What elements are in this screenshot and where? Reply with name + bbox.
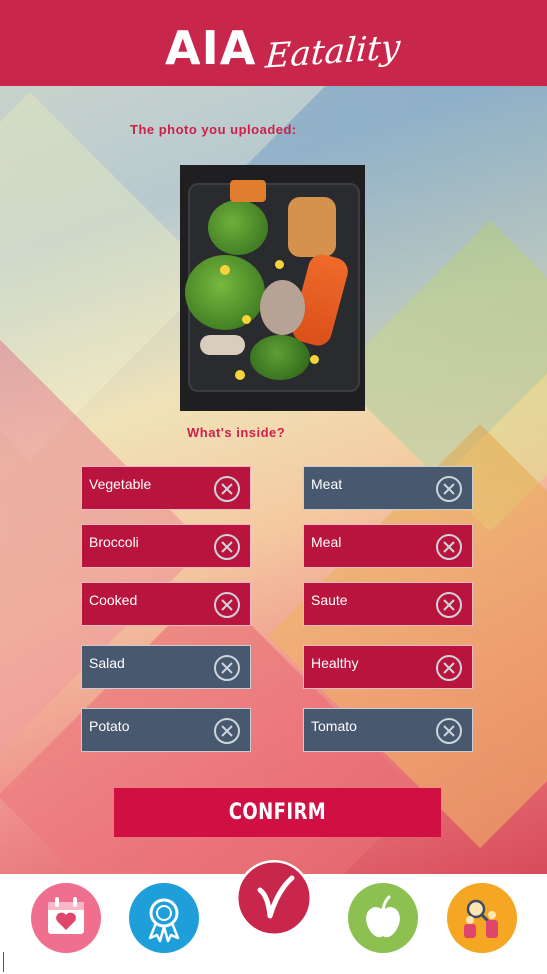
- tag-cooked[interactable]: Cooked: [81, 582, 251, 626]
- award-ribbon-icon[interactable]: [128, 882, 200, 954]
- tag-meal[interactable]: Meal: [303, 524, 473, 568]
- tag-saute[interactable]: Saute: [303, 582, 473, 626]
- tag-label: Meal: [311, 534, 342, 550]
- tag-label: Salad: [89, 655, 125, 671]
- tag-label: Cooked: [89, 592, 138, 608]
- tag-broccoli[interactable]: Broccoli: [81, 524, 251, 568]
- remove-tag-icon[interactable]: [213, 475, 241, 503]
- whats-inside-label: What's inside?: [187, 425, 286, 440]
- apple-icon[interactable]: [347, 882, 419, 954]
- logo-script-text: Eatality: [264, 27, 402, 77]
- app-logo: AIA Eatality: [165, 12, 402, 77]
- confirm-button[interactable]: CONFIRM: [114, 788, 441, 837]
- bottom-nav: [0, 860, 547, 974]
- app-screen: AIA Eatality The photo you uploaded: Wha…: [0, 0, 547, 974]
- tag-label: Healthy: [311, 655, 359, 671]
- calendar-heart-icon[interactable]: [30, 882, 102, 954]
- tag-salad[interactable]: Salad: [81, 645, 251, 689]
- tag-label: Potato: [89, 718, 130, 734]
- logo-main-text: AIA: [165, 21, 257, 75]
- remove-tag-icon[interactable]: [435, 717, 463, 745]
- checkmark-logo-icon[interactable]: [236, 860, 312, 936]
- remove-tag-icon[interactable]: [435, 591, 463, 619]
- tag-meat[interactable]: Meat: [303, 466, 473, 510]
- text-cursor: [3, 952, 4, 972]
- tag-potato[interactable]: Potato: [81, 708, 251, 752]
- confirm-button-label: CONFIRM: [228, 800, 327, 825]
- tag-label: Meat: [311, 476, 343, 492]
- tag-tomato[interactable]: Tomato: [303, 708, 473, 752]
- tag-label: Broccoli: [89, 534, 139, 550]
- remove-tag-icon[interactable]: [213, 591, 241, 619]
- remove-tag-icon[interactable]: [435, 654, 463, 682]
- family-search-icon[interactable]: [446, 882, 518, 954]
- remove-tag-icon[interactable]: [213, 654, 241, 682]
- tag-label: Saute: [311, 592, 348, 608]
- app-header: AIA Eatality: [0, 0, 547, 86]
- tag-vegetable[interactable]: Vegetable: [81, 466, 251, 510]
- remove-tag-icon[interactable]: [213, 533, 241, 561]
- remove-tag-icon[interactable]: [435, 475, 463, 503]
- remove-tag-icon[interactable]: [213, 717, 241, 745]
- uploaded-photo-label: The photo you uploaded:: [130, 122, 297, 137]
- remove-tag-icon[interactable]: [435, 533, 463, 561]
- tag-label: Tomato: [311, 718, 357, 734]
- uploaded-food-photo: [180, 165, 365, 411]
- tag-label: Vegetable: [89, 476, 152, 492]
- tag-healthy[interactable]: Healthy: [303, 645, 473, 689]
